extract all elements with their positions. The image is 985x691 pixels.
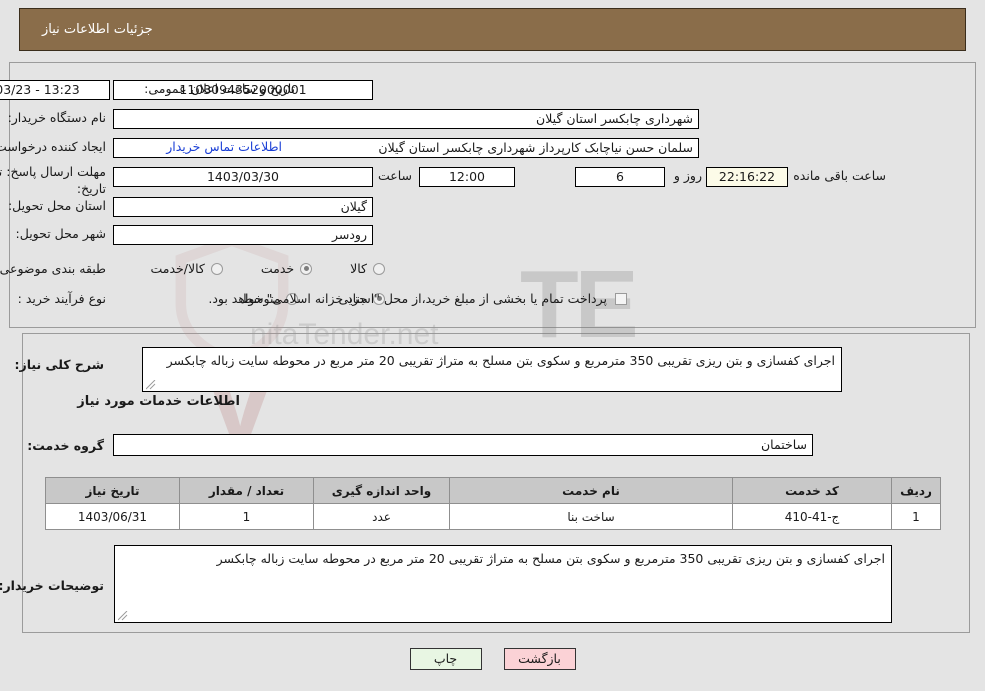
service-group-value: ساختمان xyxy=(113,434,813,456)
services-section-heading: اطلاعات خدمات مورد نیاز xyxy=(77,394,240,409)
buyer-notes-label: توضیحات خریدار: xyxy=(0,578,104,593)
cell-qty: 1 xyxy=(179,503,314,530)
cell-index: 1 xyxy=(891,503,941,530)
subject-category-label: طبقه بندی موضوعی: xyxy=(0,261,106,276)
table-header-index: ردیف xyxy=(891,477,941,504)
requester-label: ایجاد کننده درخواست: xyxy=(0,139,106,154)
delivery-province-value: گیلان xyxy=(113,197,373,217)
table-header-code: کد خدمت xyxy=(732,477,892,504)
deadline-time-value: 12:00 xyxy=(419,167,515,187)
table-header-qty: تعداد / مقدار xyxy=(179,477,314,504)
category-options-group: کالا خدمت کالا/خدمت xyxy=(150,261,385,276)
footer-button-bar: بازگشت چاپ xyxy=(0,648,985,670)
resize-grip-icon-2 xyxy=(118,611,128,621)
buyer-org-label: نام دستگاه خریدار: xyxy=(7,110,106,125)
buyer-org-field-wrap: شهرداری چابکسر استان گیلان xyxy=(113,109,699,129)
resize-grip-icon xyxy=(146,380,156,390)
remaining-hours-label-wrap: ساعت باقی مانده xyxy=(793,168,886,183)
buyer-contact-link-wrap[interactable]: اطلاعات تماس خریدار xyxy=(166,139,282,154)
province-field-wrap: گیلان xyxy=(113,197,373,217)
remaining-days-label: روز و xyxy=(673,168,702,183)
table-header-name: نام خدمت xyxy=(449,477,733,504)
cell-date: 1403/06/31 xyxy=(45,503,180,530)
purchase-process-type-label: نوع فرآیند خرید : xyxy=(17,291,106,306)
category-option-goods-label: کالا xyxy=(350,261,367,276)
need-summary-panel xyxy=(9,62,976,328)
purchase-type-label-wrap: نوع فرآیند خرید : xyxy=(18,291,106,306)
cell-unit: عدد xyxy=(313,503,450,530)
radio-goods-icon[interactable] xyxy=(373,262,385,275)
back-button[interactable]: بازگشت xyxy=(503,648,576,670)
deadline-label-line2: تاریخ: xyxy=(76,181,106,196)
category-option-goods-service-label: کالا/خدمت xyxy=(150,261,205,276)
table-header-unit: واحد اندازه گیری xyxy=(313,477,450,504)
general-need-description-value: اجرای کفسازی و بتن ریزی تقریبی 350 مترمر… xyxy=(142,347,842,392)
page-header: جزئیات اطلاعات نیاز xyxy=(19,8,966,51)
deadline-time-label-wrap: ساعت xyxy=(378,168,412,183)
general-desc-label-wrap: شرح کلی نیاز: xyxy=(15,357,104,372)
services-table: ردیف کد خدمت نام خدمت واحد اندازه گیری ت… xyxy=(45,477,941,530)
buyer-notes-text: اجرای کفسازی و بتن ریزی تقریبی 350 مترمر… xyxy=(216,551,885,566)
announcement-field-wrap: 13:23 - 1403/03/23 xyxy=(0,80,110,100)
islamic-treasury-option[interactable]: پرداخت تمام یا بخشی از مبلغ خرید،از محل … xyxy=(208,291,627,306)
announcement-datetime-value: 13:23 - 1403/03/23 xyxy=(0,80,110,100)
deadline-time-label: ساعت xyxy=(377,168,412,183)
print-button[interactable]: چاپ xyxy=(409,648,482,670)
radio-service-icon[interactable] xyxy=(300,262,313,275)
deadline-date-field-wrap: 1403/03/30 xyxy=(113,167,373,187)
page-title: جزئیات اطلاعات نیاز xyxy=(42,22,153,37)
deadline-label-line1: مهلت ارسال پاسخ: تا xyxy=(0,164,106,179)
islamic-treasury-note: پرداخت تمام یا بخشی از مبلغ خرید،از محل … xyxy=(208,291,607,306)
city-field-wrap: رودسر xyxy=(113,225,373,245)
checkbox-islamic-treasury-icon[interactable] xyxy=(615,292,627,305)
requester-label-wrap: ایجاد کننده درخواست: xyxy=(0,139,106,154)
countdown-field-wrap: 22:16:22 xyxy=(706,167,788,187)
category-label-wrap: طبقه بندی موضوعی: xyxy=(0,261,106,276)
radio-goods-service-icon[interactable] xyxy=(210,262,223,275)
service-group-label-wrap: گروه خدمت: xyxy=(27,438,104,453)
buyer-org-label-wrap: نام دستگاه خریدار: xyxy=(8,110,106,125)
service-group-field-wrap: ساختمان xyxy=(113,434,813,456)
general-need-description-text: اجرای کفسازی و بتن ریزی تقریبی 350 مترمر… xyxy=(166,353,835,368)
category-option-goods[interactable]: کالا xyxy=(350,261,385,276)
remaining-days-label-wrap: روز و xyxy=(674,168,702,183)
deadline-date-value: 1403/03/30 xyxy=(113,167,373,187)
cell-code: ج-41-410 xyxy=(732,503,892,530)
countdown-timer-value: 22:16:22 xyxy=(706,167,788,187)
table-header-row: ردیف کد خدمت نام خدمت واحد اندازه گیری ت… xyxy=(45,477,941,504)
announcement-datetime-label: تاریخ و ساعت اعلان عمومی: xyxy=(144,81,295,96)
table-header-date: تاریخ نیاز xyxy=(45,477,180,504)
city-label-wrap: شهر محل تحویل: xyxy=(16,226,106,241)
delivery-city-label: شهر محل تحویل: xyxy=(15,226,106,241)
deadline-time-field-wrap: 12:00 xyxy=(419,167,515,187)
buyer-notes-value: اجرای کفسازی و بتن ریزی تقریبی 350 مترمر… xyxy=(114,545,892,623)
buyer-notes-label-wrap: توضیحات خریدار: xyxy=(0,578,104,593)
buyer-contact-link[interactable]: اطلاعات تماس خریدار xyxy=(166,139,282,154)
service-group-label: گروه خدمت: xyxy=(27,438,104,453)
announcement-label-wrap: تاریخ و ساعت اعلان عمومی: xyxy=(144,81,295,96)
table-row: 1 ج-41-410 ساخت بنا عدد 1 1403/06/31 xyxy=(45,503,941,530)
delivery-city-value: رودسر xyxy=(113,225,373,245)
cell-name: ساخت بنا xyxy=(449,503,733,530)
delivery-province-label: استان محل تحویل: xyxy=(7,198,106,213)
category-option-goods-service[interactable]: کالا/خدمت xyxy=(150,261,223,276)
buyer-org-value: شهرداری چابکسر استان گیلان xyxy=(113,109,699,129)
general-need-description-label: شرح کلی نیاز: xyxy=(14,357,104,372)
deadline-label-wrap: مهلت ارسال پاسخ: تا تاریخ: xyxy=(0,163,106,197)
remaining-days-field-wrap: 6 xyxy=(575,167,665,187)
province-label-wrap: استان محل تحویل: xyxy=(8,198,106,213)
remaining-hours-label: ساعت باقی مانده xyxy=(793,168,886,183)
category-option-service-label: خدمت xyxy=(260,261,295,276)
category-option-service[interactable]: خدمت xyxy=(260,261,313,276)
remaining-days-value: 6 xyxy=(575,167,665,187)
